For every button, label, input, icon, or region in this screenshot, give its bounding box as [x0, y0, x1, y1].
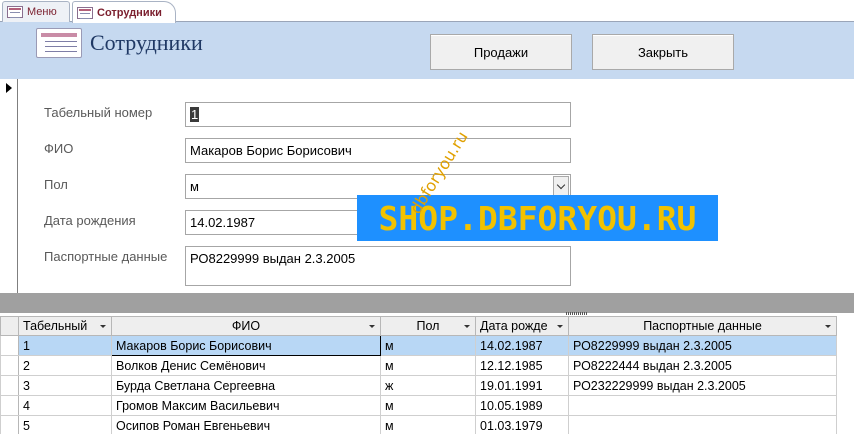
column-header-birth-date[interactable]: Дата рожде — [475, 316, 569, 336]
cell-gender[interactable]: м — [380, 395, 476, 416]
current-record-arrow-icon — [6, 83, 12, 93]
cell-passport[interactable] — [568, 395, 837, 416]
form-header: Сотрудники Продажи Закрыть — [0, 22, 854, 79]
gender-label: Пол — [44, 177, 68, 192]
employee-id-field[interactable]: 1 — [185, 102, 571, 127]
column-header-label: ФИО — [231, 319, 261, 333]
tab-employees[interactable]: Сотрудники — [72, 1, 176, 23]
gender-value: м — [190, 179, 199, 194]
row-selector[interactable] — [0, 335, 19, 356]
datasheet: Табельный ФИО Пол Дата рожде Паспортные … — [0, 316, 854, 434]
sales-button[interactable]: Продажи — [430, 34, 572, 70]
tab-menu-label: Меню — [27, 6, 57, 18]
employee-id-value: 1 — [190, 107, 200, 122]
table-row[interactable]: 3 Бурда Светлана Сергеевна ж 19.01.1991 … — [0, 375, 837, 396]
close-button[interactable]: Закрыть — [592, 34, 734, 70]
cell-id[interactable]: 3 — [18, 375, 112, 396]
cell-birth-date[interactable]: 14.02.1987 — [475, 335, 569, 356]
cell-fio[interactable]: Громов Максим Васильевич — [111, 395, 381, 416]
cell-gender[interactable]: м — [380, 335, 476, 356]
select-all-cell[interactable] — [0, 316, 19, 336]
chevron-down-icon — [556, 180, 566, 190]
cell-gender[interactable]: ж — [380, 375, 476, 396]
form-icon — [7, 6, 23, 18]
passport-field[interactable]: РО8229999 выдан 2.3.2005 — [185, 246, 571, 286]
document-tab-strip: Меню Сотрудники — [0, 0, 854, 23]
cell-id[interactable]: 1 — [18, 335, 112, 356]
access-window: Меню Сотрудники Сотрудники Продажи Закры… — [0, 0, 854, 434]
cell-fio[interactable]: Волков Денис Семёнович — [111, 355, 381, 376]
split-form-splitter[interactable] — [0, 293, 854, 315]
row-selector[interactable] — [0, 355, 19, 376]
cell-id[interactable]: 4 — [18, 395, 112, 416]
cell-passport[interactable]: РО8222444 выдан 2.3.2005 — [568, 355, 837, 376]
tab-menu[interactable]: Меню — [2, 1, 70, 22]
full-name-field[interactable]: Макаров Борис Борисович — [185, 138, 571, 163]
table-row[interactable]: 2 Волков Денис Семёнович м 12.12.1985 РО… — [0, 355, 837, 376]
tab-employees-label: Сотрудники — [97, 6, 162, 19]
splitter-grip-icon[interactable] — [566, 312, 588, 315]
cell-passport[interactable]: РО232229999 выдан 2.3.2005 — [568, 375, 837, 396]
column-header-label: Пол — [416, 319, 440, 333]
cell-id[interactable]: 2 — [18, 355, 112, 376]
record-selector[interactable] — [0, 79, 18, 293]
cell-birth-date[interactable]: 12.12.1985 — [475, 355, 569, 376]
cell-fio[interactable]: Макаров Борис Борисович — [111, 335, 381, 356]
table-header-row: Табельный ФИО Пол Дата рожде Паспортные … — [0, 316, 837, 336]
sort-dropdown-icon[interactable] — [100, 325, 106, 328]
column-header-id[interactable]: Табельный — [18, 316, 112, 336]
gender-dropdown-button[interactable] — [553, 176, 569, 197]
column-header-fio[interactable]: ФИО — [111, 316, 381, 336]
cell-birth-date[interactable]: 19.01.1991 — [475, 375, 569, 396]
form-icon — [77, 6, 93, 19]
cell-fio[interactable]: Бурда Светлана Сергеевна — [111, 375, 381, 396]
cell-passport[interactable]: РО8229999 выдан 2.3.2005 — [568, 335, 837, 356]
table-row[interactable]: 1 Макаров Борис Борисович м 14.02.1987 Р… — [0, 335, 837, 356]
column-header-label: Паспортные данные — [643, 319, 762, 333]
cell-fio[interactable]: Осипов Роман Евгеньевич — [111, 415, 381, 434]
employee-id-label: Табельный номер — [44, 105, 153, 120]
sort-dropdown-icon[interactable] — [557, 325, 563, 328]
cell-birth-date[interactable]: 10.05.1989 — [475, 395, 569, 416]
row-selector[interactable] — [0, 415, 19, 434]
form-header-icon — [36, 28, 82, 58]
sort-dropdown-icon[interactable] — [825, 325, 831, 328]
sort-dropdown-icon[interactable] — [464, 325, 470, 328]
column-header-passport[interactable]: Паспортные данные — [568, 316, 837, 336]
table-row[interactable]: 4 Громов Максим Васильевич м 10.05.1989 — [0, 395, 837, 416]
passport-label: Паспортные данные — [44, 249, 168, 264]
full-name-label: ФИО — [44, 141, 74, 156]
row-selector[interactable] — [0, 395, 19, 416]
cell-passport[interactable] — [568, 415, 837, 434]
employees-table: Табельный ФИО Пол Дата рожде Паспортные … — [0, 316, 837, 434]
birth-date-label: Дата рождения — [44, 213, 136, 228]
cell-id[interactable]: 5 — [18, 415, 112, 434]
cell-birth-date[interactable]: 01.03.1979 — [475, 415, 569, 434]
column-header-label: Дата рожде — [480, 319, 548, 333]
form-title: Сотрудники — [90, 30, 203, 55]
column-header-label: Табельный — [23, 319, 88, 333]
sort-dropdown-icon[interactable] — [369, 325, 375, 328]
table-row[interactable]: 5 Осипов Роман Евгеньевич м 01.03.1979 — [0, 415, 837, 434]
cell-gender[interactable]: м — [380, 355, 476, 376]
cell-gender[interactable]: м — [380, 415, 476, 434]
column-header-gender[interactable]: Пол — [380, 316, 476, 336]
row-selector[interactable] — [0, 375, 19, 396]
